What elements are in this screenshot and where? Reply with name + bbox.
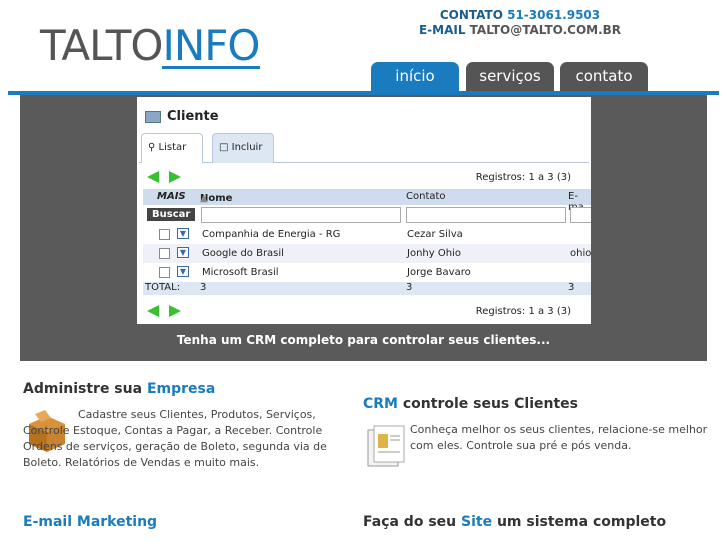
sort-asc-icon: ▲	[200, 193, 208, 204]
total-nome: 3	[200, 282, 207, 293]
col-mais[interactable]: MAIS	[157, 191, 186, 202]
logo-text-info: INFO	[162, 21, 261, 70]
grid-total-row: TOTAL: 3 3 3	[143, 282, 591, 295]
section-empresa-text: Cadastre seus Clientes, Produtos, Serviç…	[23, 408, 327, 469]
total-contato: 3	[406, 282, 413, 293]
row-contato: Cezar Silva	[407, 229, 463, 240]
table-row[interactable]: ▼ Google do Brasil Jonhy Ohio ohio	[143, 244, 591, 263]
contact-phone: 51-3061.9503	[507, 8, 601, 22]
col-contato[interactable]: Contato	[406, 191, 446, 202]
row-checkbox[interactable]	[159, 267, 170, 278]
section-site-title-text1: Faça do seu	[363, 514, 461, 530]
pager-arrows	[147, 171, 191, 186]
app-title: Cliente	[167, 109, 219, 124]
email-value[interactable]: TALTO@TALTO.COM.BR	[470, 23, 621, 37]
next-page-icon[interactable]	[169, 171, 181, 183]
section-empresa-title-highlight: Empresa	[146, 381, 216, 397]
app-tabs: ⚲ Listar □ Incluir	[139, 133, 589, 163]
row-dropdown-icon[interactable]: ▼	[177, 266, 189, 277]
total-label: TOTAL:	[145, 282, 181, 293]
client-grid: MAIS Nome ▲ Contato E-ma Buscar ▼ Compan…	[143, 189, 591, 295]
section-site-title-text2: um sistema completo	[492, 514, 667, 530]
tab-listar[interactable]: ⚲ Listar	[141, 133, 203, 163]
grid-filter-row: Buscar	[143, 205, 591, 225]
row-contato: Jonhy Ohio	[407, 248, 461, 259]
document-icon: □	[219, 142, 229, 153]
section-site-title-highlight: Site	[461, 514, 493, 530]
filter-email-input[interactable]	[570, 207, 591, 223]
grid-header: MAIS Nome ▲ Contato E-ma	[143, 189, 591, 213]
records-count-top: Registros: 1 a 3 (3)	[475, 172, 571, 183]
contact-info: CONTATO 51-3061.9503 E-MAIL TALTO@TALTO.…	[405, 8, 635, 38]
filter-nome-input[interactable]	[201, 207, 401, 223]
table-row[interactable]: ▼ Companhia de Energia - RG Cezar Silva	[143, 225, 591, 244]
tab-listar-label: Listar	[158, 142, 187, 153]
search-button[interactable]: Buscar	[147, 208, 196, 221]
crm-screenshot: Cliente ⚲ Listar □ Incluir Registros: 1 …	[137, 97, 591, 324]
prev-page-icon[interactable]	[147, 171, 159, 183]
records-count-bottom: Registros: 1 a 3 (3)	[475, 306, 571, 317]
site-logo[interactable]: TALTOINFO	[40, 21, 261, 70]
nav-tab-servicos[interactable]: serviços	[466, 62, 554, 91]
section-empresa-title: Administre sua Empresa	[23, 381, 215, 397]
nav-tab-inicio[interactable]: início	[371, 62, 459, 91]
row-email: ohio	[570, 248, 591, 259]
nav-tab-contato[interactable]: contato	[560, 62, 648, 91]
contacts-icon	[364, 424, 408, 467]
section-email-title: E-mail Marketing	[23, 514, 157, 530]
section-crm-text: Conheça melhor os seus clientes, relacio…	[410, 423, 708, 452]
email-label: E-MAIL	[418, 23, 466, 37]
section-crm-title: CRM controle seus Clientes	[363, 396, 578, 412]
total-email: 3	[568, 282, 575, 293]
row-nome: Microsoft Brasil	[202, 267, 279, 278]
magnifier-icon: ⚲	[148, 142, 156, 153]
row-contato: Jorge Bavaro	[407, 267, 471, 278]
section-crm-title-highlight: CRM	[363, 396, 398, 412]
row-checkbox[interactable]	[159, 229, 170, 240]
next-page-icon[interactable]	[169, 305, 181, 317]
filter-contato-input[interactable]	[406, 207, 566, 223]
table-row[interactable]: ▼ Microsoft Brasil Jorge Bavaro	[143, 263, 591, 282]
section-crm-title-text: controle seus Clientes	[398, 396, 578, 412]
section-email-title-highlight: E-mail Marketing	[23, 514, 158, 530]
row-checkbox[interactable]	[159, 248, 170, 259]
tab-incluir[interactable]: □ Incluir	[212, 133, 274, 163]
row-dropdown-icon[interactable]: ▼	[177, 228, 189, 239]
tab-incluir-label: Incluir	[231, 142, 263, 153]
pager-arrows-bottom	[147, 305, 191, 320]
row-nome: Google do Brasil	[202, 248, 284, 259]
section-site-title: Faça do seu Site um sistema completo	[363, 514, 666, 530]
section-empresa-title-text: Administre sua	[23, 381, 147, 397]
logo-text-talto: TALTO	[40, 21, 163, 70]
row-dropdown-icon[interactable]: ▼	[177, 247, 189, 258]
prev-page-icon[interactable]	[147, 305, 159, 317]
contact-label: CONTATO	[439, 8, 503, 22]
row-nome: Companhia de Energia - RG	[202, 229, 341, 240]
banner-caption: Tenha um CRM completo para controlar seu…	[176, 333, 551, 347]
